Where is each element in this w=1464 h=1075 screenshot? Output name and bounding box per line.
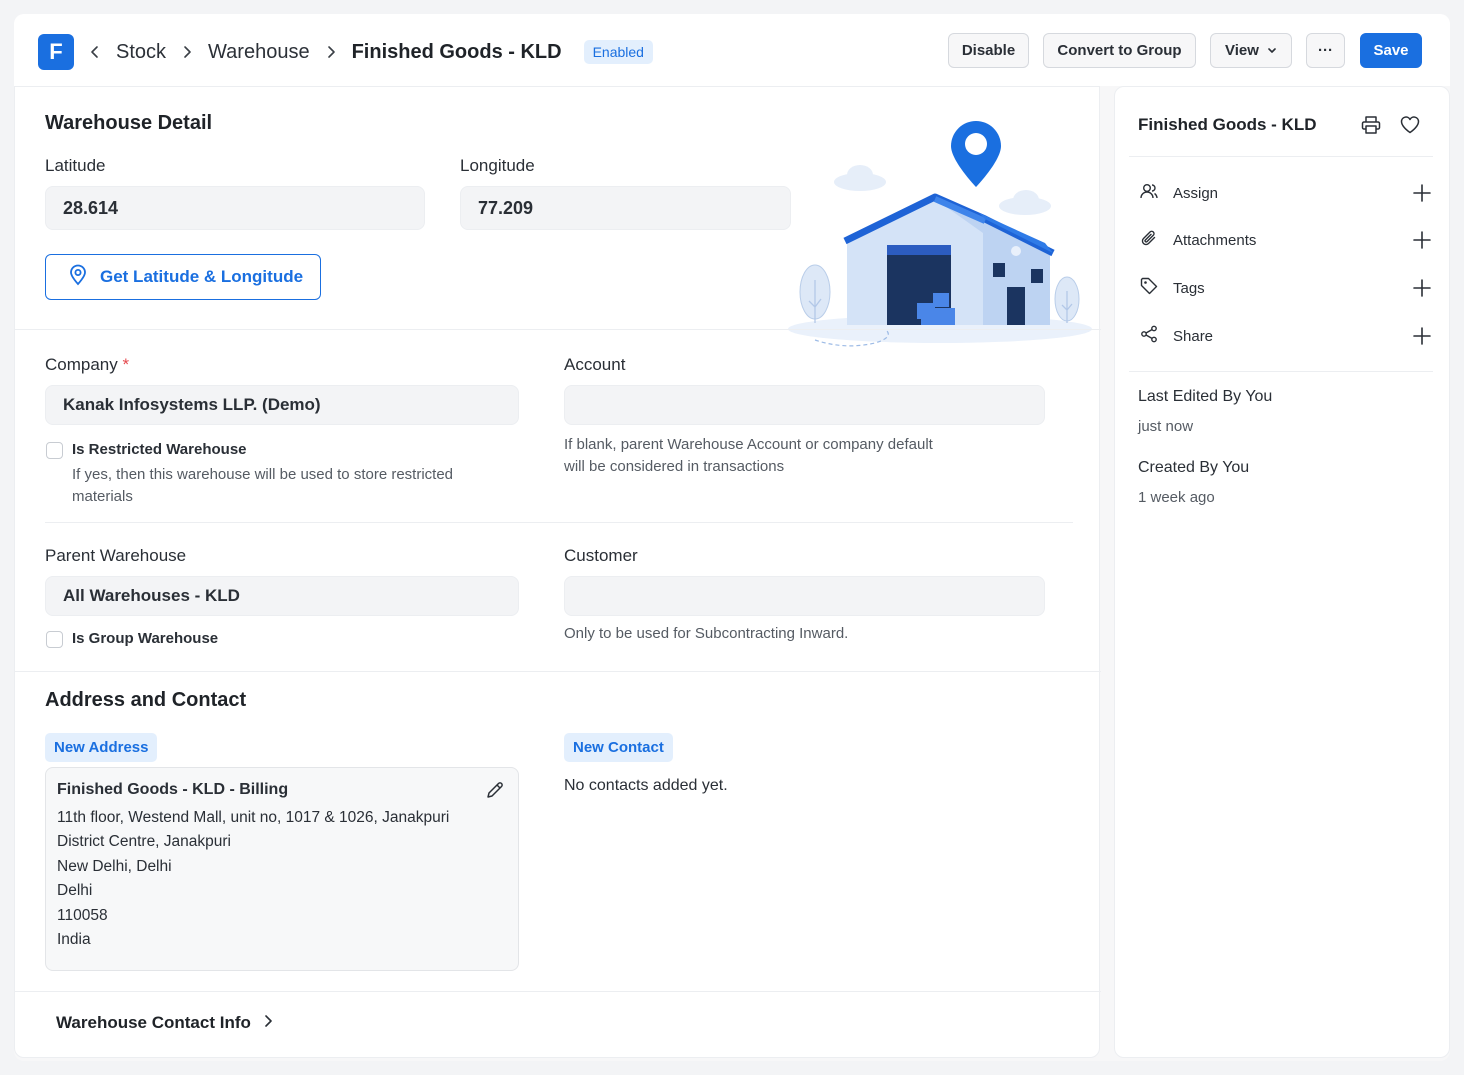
section-title-address-contact: Address and Contact — [45, 689, 247, 711]
customer-field[interactable] — [564, 576, 1045, 616]
created-label: Created By You — [1138, 459, 1250, 476]
parent-warehouse-label: Parent Warehouse — [45, 546, 187, 565]
get-latitude-longitude-button[interactable]: Get Latitude & Longitude — [45, 254, 321, 300]
warehouse-illustration — [785, 115, 1095, 347]
section-divider — [15, 671, 1101, 672]
chevron-right-icon — [263, 1014, 273, 1033]
convert-to-group-button[interactable]: Convert to Group — [1043, 33, 1196, 68]
plus-icon[interactable] — [1413, 324, 1431, 353]
company-label-text: Company — [45, 355, 118, 374]
account-help-2: will be considered in transactions — [564, 458, 785, 475]
chevron-right-icon — [324, 45, 338, 59]
required-indicator: * — [122, 355, 130, 374]
map-pin-icon — [68, 264, 88, 291]
edit-pencil-icon[interactable] — [485, 780, 505, 805]
chevron-left-icon[interactable] — [88, 45, 102, 59]
new-address-button[interactable]: New Address — [45, 733, 158, 762]
no-contacts-text: No contacts added yet. — [564, 777, 728, 794]
restricted-help-1: If yes, then this warehouse will be used… — [72, 466, 454, 483]
last-edited-label: Last Edited By You — [1138, 388, 1273, 405]
address-card: Finished Goods - KLD - Billing 11th floo… — [45, 767, 519, 971]
company-field[interactable]: Kanak Infosystems LLP. (Demo) — [45, 385, 519, 425]
section-title-warehouse-detail: Warehouse Detail — [45, 112, 213, 134]
customer-help: Only to be used for Subcontracting Inwar… — [564, 625, 849, 642]
page-header: F Stock Warehouse Finished Goods - KLD E… — [14, 14, 1450, 86]
address-line-4: Delhi — [57, 882, 93, 899]
restricted-warehouse-checkbox[interactable] — [46, 442, 63, 459]
new-contact-button[interactable]: New Contact — [564, 733, 673, 762]
app-logo[interactable]: F — [38, 34, 74, 70]
address-line-3: New Delhi, Delhi — [57, 858, 172, 875]
group-warehouse-checkbox[interactable] — [46, 631, 63, 648]
view-label: View — [1225, 42, 1259, 59]
account-help-1: If blank, parent Warehouse Account or co… — [564, 436, 933, 453]
plus-icon[interactable] — [1413, 181, 1431, 210]
sidebar-title: Finished Goods - KLD — [1138, 115, 1317, 134]
last-edited-time: just now — [1138, 418, 1194, 435]
warehouse-contact-info-label: Warehouse Contact Info — [56, 1013, 251, 1032]
sidebar-divider — [1129, 156, 1433, 157]
section-divider — [15, 991, 1101, 992]
latitude-label: Latitude — [45, 156, 106, 175]
longitude-field[interactable]: 77.209 — [460, 186, 791, 230]
restricted-help-2: materials — [72, 488, 133, 505]
address-line-6: India — [57, 931, 91, 948]
warehouse-form: Warehouse Detail Latitude 28.614 Longitu… — [14, 86, 1101, 1058]
customer-label: Customer — [564, 546, 638, 565]
breadcrumb: Stock Warehouse Finished Goods - KLD Ena… — [88, 38, 653, 66]
page-title: Finished Goods - KLD — [351, 40, 562, 63]
status-badge: Enabled — [583, 40, 653, 64]
sidebar-item-assign[interactable]: Assign — [1139, 181, 1431, 205]
sidebar-item-label: Attachments — [1173, 231, 1257, 249]
disable-button[interactable]: Disable — [948, 33, 1029, 68]
section-divider — [15, 329, 1101, 330]
printer-icon[interactable] — [1360, 114, 1382, 141]
save-button[interactable]: Save — [1360, 33, 1422, 68]
longitude-label: Longitude — [460, 156, 535, 175]
user-icon — [1139, 181, 1159, 206]
address-line-2: District Centre, Janakpuri — [57, 833, 232, 850]
section-divider — [45, 522, 1073, 523]
restricted-warehouse-label[interactable]: Is Restricted Warehouse — [72, 441, 247, 458]
view-dropdown[interactable]: View — [1210, 33, 1292, 68]
tag-icon — [1139, 276, 1159, 301]
warehouse-contact-info-section[interactable]: Warehouse Contact Info — [56, 1013, 273, 1033]
account-label: Account — [564, 355, 626, 374]
plus-icon[interactable] — [1413, 228, 1431, 257]
company-label: Company * — [45, 355, 129, 375]
heart-icon[interactable] — [1399, 114, 1421, 141]
sidebar-item-label: Assign — [1173, 184, 1219, 202]
address-title: Finished Goods - KLD - Billing — [57, 781, 289, 798]
plus-icon[interactable] — [1413, 276, 1431, 305]
sidebar-item-attachments[interactable]: Attachments — [1139, 228, 1431, 252]
created-time: 1 week ago — [1138, 489, 1215, 506]
sidebar-item-share[interactable]: Share — [1139, 324, 1431, 348]
sidebar-item-tags[interactable]: Tags — [1139, 276, 1431, 300]
sidebar-item-label: Share — [1173, 327, 1214, 345]
sidebar-item-label: Tags — [1173, 279, 1205, 297]
latitude-field[interactable]: 28.614 — [45, 186, 425, 230]
more-options-button[interactable]: ··· — [1306, 33, 1345, 68]
chevron-down-icon — [1267, 42, 1277, 59]
sidebar: Finished Goods - KLD Assign Attachments … — [1114, 86, 1450, 1058]
address-line-5: 110058 — [57, 907, 108, 924]
account-field[interactable] — [564, 385, 1045, 425]
breadcrumb-stock[interactable]: Stock — [116, 41, 166, 64]
sidebar-divider — [1129, 371, 1433, 372]
paperclip-icon — [1139, 228, 1159, 253]
address-line-1: 11th floor, Westend Mall, unit no, 1017 … — [57, 809, 450, 826]
group-warehouse-label[interactable]: Is Group Warehouse — [72, 630, 218, 647]
parent-warehouse-field[interactable]: All Warehouses - KLD — [45, 576, 519, 616]
share-icon — [1139, 324, 1159, 349]
get-coords-label: Get Latitude & Longitude — [100, 267, 304, 286]
breadcrumb-warehouse[interactable]: Warehouse — [208, 41, 310, 64]
chevron-right-icon — [180, 45, 194, 59]
